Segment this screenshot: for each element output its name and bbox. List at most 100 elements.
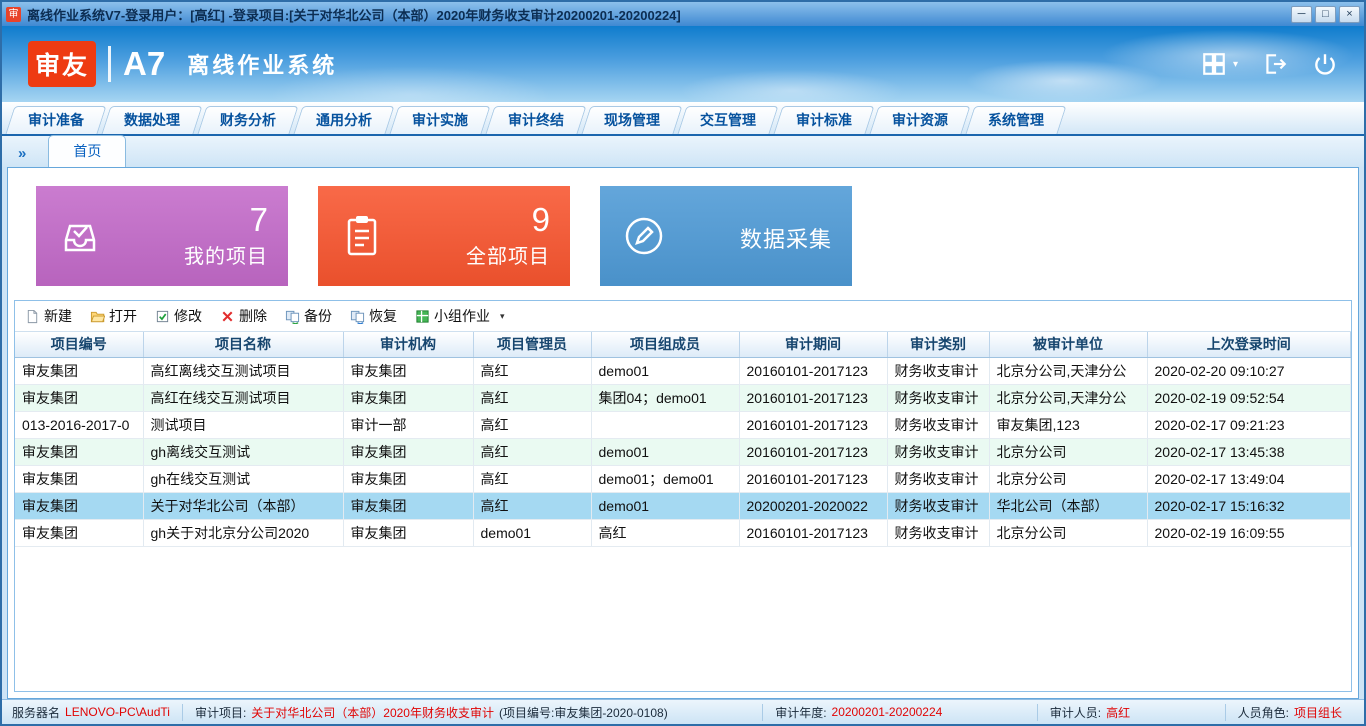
apps-grid-icon[interactable]: [1201, 51, 1227, 77]
column-header[interactable]: 被审计单位: [989, 332, 1147, 357]
table-cell: 20160101-2017123: [739, 411, 887, 438]
table-cell: 审友集团: [343, 519, 473, 546]
maximize-button[interactable]: □: [1315, 6, 1336, 23]
table-header-row: 项目编号项目名称审计机构项目管理员项目组成员审计期间审计类别被审计单位上次登录时…: [15, 332, 1351, 357]
table-cell: demo01: [591, 357, 739, 384]
table-row[interactable]: 审友集团关于对华北公司（本部）审友集团高红demo0120200201-2020…: [15, 492, 1351, 519]
table-cell: 高红: [591, 519, 739, 546]
tool-label: 修改: [174, 306, 202, 326]
table-row[interactable]: 审友集团高红在线交互测试项目审友集团高红集团04；demo0120160101-…: [15, 384, 1351, 411]
table-cell: 北京分公司: [989, 465, 1147, 492]
window-title: 离线作业系统V7-登录用户：[高红] -登录项目:[关于对华北公司（本部）202…: [27, 5, 1285, 24]
status-extra: (项目编号:审友集团-2020-0108): [499, 704, 668, 721]
all-projects-card[interactable]: 9 全部项目: [318, 186, 570, 286]
status-value: 高红: [1106, 704, 1130, 721]
table-cell: [591, 411, 739, 438]
status-value: 20200201-20200224: [832, 705, 943, 719]
header-actions: ▾: [1201, 51, 1338, 77]
column-header[interactable]: 项目管理员: [473, 332, 591, 357]
menu-tab-5[interactable]: 审计实施: [394, 106, 486, 134]
column-header[interactable]: 审计期间: [739, 332, 887, 357]
table-cell: 财务收支审计: [887, 384, 989, 411]
my-projects-label: 我的项目: [104, 240, 268, 269]
table-cell: 2020-02-17 13:49:04: [1147, 465, 1351, 492]
menu-tab-10[interactable]: 审计资源: [874, 106, 966, 134]
backup-icon: [285, 309, 300, 324]
menu-tab-11[interactable]: 系统管理: [970, 106, 1062, 134]
table-cell: 华北公司（本部）: [989, 492, 1147, 519]
modify-button[interactable]: 修改: [155, 306, 202, 326]
column-header[interactable]: 审计机构: [343, 332, 473, 357]
table-cell: 2020-02-20 09:10:27: [1147, 357, 1351, 384]
menu-tab-8[interactable]: 交互管理: [682, 106, 774, 134]
status-item: 审计项目:关于对华北公司（本部）2020年财务收支审计(项目编号:审友集团-20…: [182, 704, 680, 721]
table-row[interactable]: 审友集团高红离线交互测试项目审友集团高红demo0120160101-20171…: [15, 357, 1351, 384]
group-button[interactable]: 小组作业▾: [415, 306, 505, 326]
table-cell: 审友集团: [15, 492, 143, 519]
menu-tab-1[interactable]: 审计准备: [10, 106, 102, 134]
table-cell: demo01: [473, 519, 591, 546]
table-cell: 财务收支审计: [887, 411, 989, 438]
table-cell: 审友集团: [15, 438, 143, 465]
status-bar: 服务器名LENOVO-PC\AudTi审计项目:关于对华北公司（本部）2020年…: [2, 699, 1364, 724]
table-cell: 财务收支审计: [887, 519, 989, 546]
column-header[interactable]: 项目名称: [143, 332, 343, 357]
app-header: 审友 A7 离线作业系统 ▾: [2, 26, 1364, 102]
tab-home[interactable]: 首页: [48, 135, 126, 167]
menu-tab-label: 现场管理: [604, 110, 660, 130]
table-cell: 财务收支审计: [887, 357, 989, 384]
table-cell: 高红在线交互测试项目: [143, 384, 343, 411]
open-button[interactable]: 打开: [90, 306, 137, 326]
table-row[interactable]: 审友集团gh离线交互测试审友集团高红demo0120160101-2017123…: [15, 438, 1351, 465]
menu-tab-9[interactable]: 审计标准: [778, 106, 870, 134]
table-cell: 20160101-2017123: [739, 357, 887, 384]
menu-tab-7[interactable]: 现场管理: [586, 106, 678, 134]
column-header[interactable]: 上次登录时间: [1147, 332, 1351, 357]
backup-button[interactable]: 备份: [285, 306, 332, 326]
status-item: 服务器名LENOVO-PC\AudTi: [12, 704, 182, 721]
table-cell: gh关于对北京分公司2020: [143, 519, 343, 546]
new-button[interactable]: 新建: [25, 306, 72, 326]
close-button[interactable]: ×: [1339, 6, 1360, 23]
table-cell: 高红: [473, 465, 591, 492]
table-cell: 北京分公司: [989, 438, 1147, 465]
table-cell: 2020-02-17 09:21:23: [1147, 411, 1351, 438]
menu-tab-6[interactable]: 审计终结: [490, 106, 582, 134]
table-cell: 审友集团: [343, 384, 473, 411]
restore-button[interactable]: 恢复: [350, 306, 397, 326]
column-header[interactable]: 项目编号: [15, 332, 143, 357]
table-cell: 审友集团: [343, 465, 473, 492]
logout-icon[interactable]: [1262, 51, 1288, 77]
table-cell: 财务收支审计: [887, 438, 989, 465]
table-cell: demo01: [591, 438, 739, 465]
table-cell: 2020-02-17 15:16:32: [1147, 492, 1351, 519]
data-collection-label: 数据采集: [668, 222, 832, 254]
table-row[interactable]: 审友集团gh关于对北京分公司2020审友集团demo01高红20160101-2…: [15, 519, 1351, 546]
table-cell: 审友集团: [15, 465, 143, 492]
minimize-button[interactable]: ─: [1291, 6, 1312, 23]
group-icon: [415, 309, 430, 324]
power-icon[interactable]: [1312, 51, 1338, 77]
data-collection-card[interactable]: 数据采集: [600, 186, 852, 286]
dropdown-caret-icon[interactable]: ▾: [500, 311, 505, 322]
menu-tab-4[interactable]: 通用分析: [298, 106, 390, 134]
table-row[interactable]: 审友集团gh在线交互测试审友集团高红demo01；demo0120160101-…: [15, 465, 1351, 492]
column-header[interactable]: 项目组成员: [591, 332, 739, 357]
menu-tab-label: 数据处理: [124, 110, 180, 130]
main-content: 7 我的项目 9 全部项目 数据采集: [7, 167, 1359, 699]
apps-caret-icon[interactable]: ▾: [1233, 59, 1238, 70]
menu-tab-3[interactable]: 财务分析: [202, 106, 294, 134]
tab-strip: » 首页: [2, 136, 1364, 167]
sidebar-expand-button[interactable]: »: [12, 145, 32, 167]
column-header[interactable]: 审计类别: [887, 332, 989, 357]
delete-button[interactable]: 删除: [220, 306, 267, 326]
menu-bar: 审计准备 数据处理 财务分析通用分析审计实施审计终结 现场管理 交互管理 审计标准审计资源…: [2, 102, 1364, 136]
table-cell: 集团04；demo01: [591, 384, 739, 411]
delete-icon: [220, 309, 235, 324]
table-row[interactable]: 013-2016-2017-0测试项目审计一部高红20160101-201712…: [15, 411, 1351, 438]
logo-divider: [108, 46, 111, 82]
menu-tab-2[interactable]: 数据处理: [106, 106, 198, 134]
my-projects-card[interactable]: 7 我的项目: [36, 186, 288, 286]
table-cell: 审友集团: [15, 519, 143, 546]
menu-tab-label: 交互管理: [700, 110, 756, 130]
